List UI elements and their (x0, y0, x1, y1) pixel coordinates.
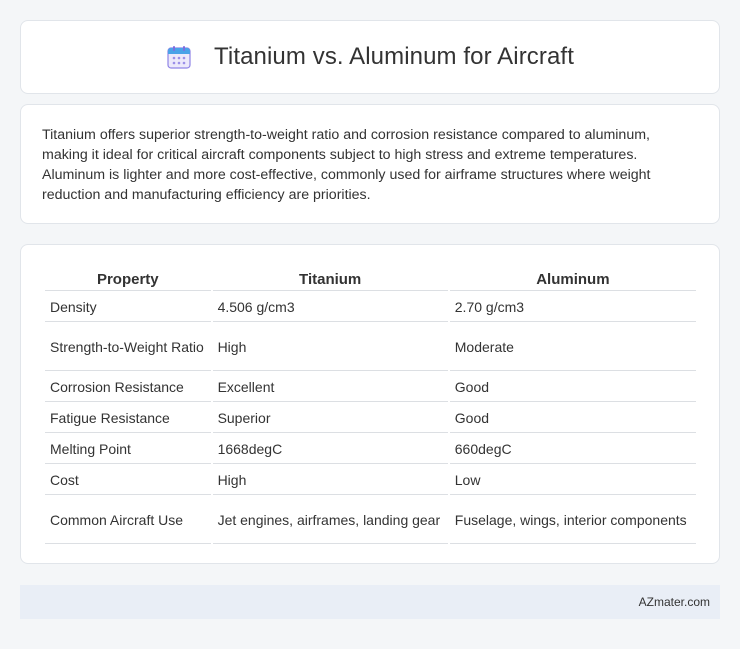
description-card: Titanium offers superior strength-to-wei… (20, 104, 720, 224)
description-text: Titanium offers superior strength-to-wei… (42, 127, 651, 203)
header-property: Property (45, 266, 211, 291)
comparison-table: Property Titanium Aluminum Density 4.506… (43, 265, 698, 545)
cell-aluminum: Fuselage, wings, interior components (449, 496, 696, 544)
table-row: Common Aircraft Use Jet engines, airfram… (45, 496, 696, 544)
cell-titanium: Jet engines, airframes, landing gear (212, 496, 448, 544)
cell-titanium: 1668degC (212, 434, 448, 464)
comparison-table-card: Property Titanium Aluminum Density 4.506… (20, 244, 720, 564)
cell-property: Fatigue Resistance (45, 403, 211, 433)
title-card: Titanium vs. Aluminum for Aircraft (20, 20, 720, 94)
cell-aluminum: 660degC (449, 434, 696, 464)
cell-titanium: High (212, 465, 448, 495)
footer: AZmater.com (20, 585, 720, 619)
table-row: Corrosion Resistance Excellent Good (45, 372, 696, 402)
table-row: Fatigue Resistance Superior Good (45, 403, 696, 433)
calendar-icon (166, 44, 192, 70)
cell-titanium: Superior (212, 403, 448, 433)
cell-aluminum: Low (449, 465, 696, 495)
cell-property: Corrosion Resistance (45, 372, 211, 402)
header-titanium: Titanium (212, 266, 448, 291)
cell-titanium: 4.506 g/cm3 (212, 292, 448, 322)
page-title: Titanium vs. Aluminum for Aircraft (214, 43, 574, 70)
header-aluminum: Aluminum (449, 266, 696, 291)
cell-titanium: High (212, 323, 448, 371)
cell-titanium: Excellent (212, 372, 448, 402)
table-row: Cost High Low (45, 465, 696, 495)
cell-property: Cost (45, 465, 211, 495)
table-row: Density 4.506 g/cm3 2.70 g/cm3 (45, 292, 696, 322)
table-header-row: Property Titanium Aluminum (45, 266, 696, 291)
table-row: Melting Point 1668degC 660degC (45, 434, 696, 464)
cell-property: Melting Point (45, 434, 211, 464)
footer-site-link[interactable]: AZmater.com (639, 595, 710, 609)
cell-aluminum: Good (449, 403, 696, 433)
cell-property: Common Aircraft Use (45, 496, 211, 544)
cell-property: Strength-to-Weight Ratio (45, 323, 211, 371)
cell-aluminum: Good (449, 372, 696, 402)
table-row: Strength-to-Weight Ratio High Moderate (45, 323, 696, 371)
cell-aluminum: 2.70 g/cm3 (449, 292, 696, 322)
cell-aluminum: Moderate (449, 323, 696, 371)
cell-property: Density (45, 292, 211, 322)
